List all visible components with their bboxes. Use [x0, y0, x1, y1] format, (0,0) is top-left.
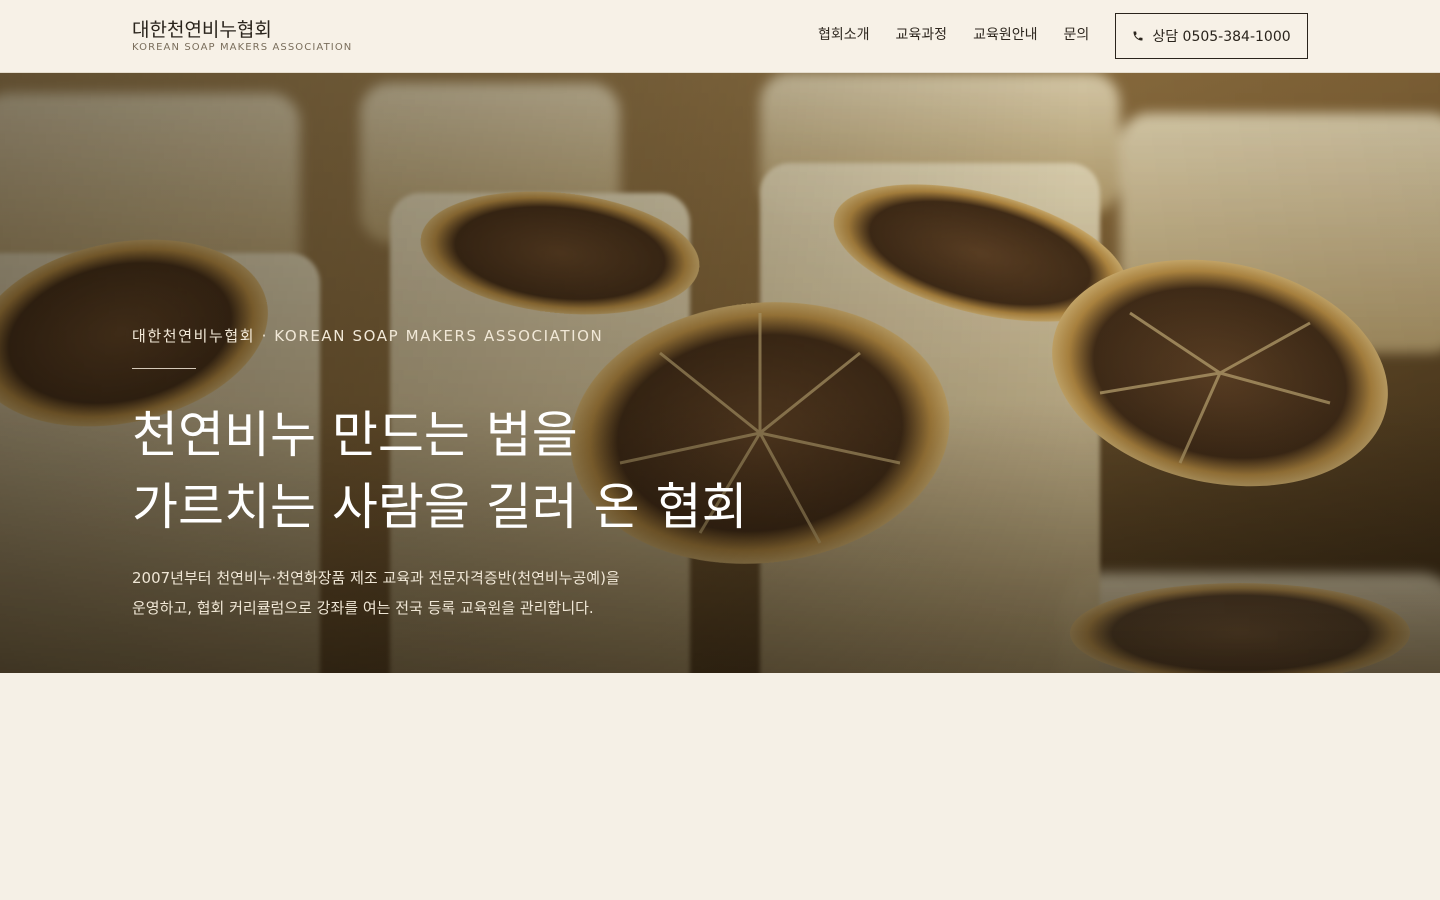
hero-headline: 천연비누 만드는 법을 가르치는 사람을 길러 온 협회: [132, 399, 748, 543]
hero-description: 2007년부터 천연비누·천연화장품 제조 교육과 전문자격증반(천연비누공예)…: [132, 563, 620, 623]
hero-description-line-2: 운영하고, 협회 커리큘럼으로 강좌를 여는 전국 등록 교육원을 관리합니다.: [132, 599, 594, 617]
consultation-call-label: 상담 0505-384-1000: [1152, 29, 1291, 45]
content-area: [0, 673, 1440, 900]
nav-item-academies[interactable]: 교육원안내: [973, 24, 1037, 46]
brand-name-korean: 대한천연비누협회: [132, 19, 272, 41]
hero-divider: [132, 368, 196, 369]
hero-section: 대한천연비누협회 · KOREAN SOAP MAKERS ASSOCIATIO…: [0, 73, 1440, 673]
nav-item-about[interactable]: 협회소개: [818, 24, 870, 46]
phone-icon: [1133, 31, 1143, 41]
nav-item-contact[interactable]: 문의: [1063, 24, 1089, 46]
brand-logo[interactable]: 대한천연비누협회 KOREAN SOAP MAKERS ASSOCIATION: [132, 18, 352, 54]
nav-item-courses[interactable]: 교육과정: [896, 24, 948, 46]
hero-eyebrow: 대한천연비누협회 · KOREAN SOAP MAKERS ASSOCIATIO…: [132, 327, 604, 345]
main-nav: 협회소개 교육과정 교육원안내 문의: [818, 24, 1115, 46]
site-header: 대한천연비누협회 KOREAN SOAP MAKERS ASSOCIATION …: [0, 0, 1440, 73]
brand-name-english: KOREAN SOAP MAKERS ASSOCIATION: [132, 42, 353, 53]
hero-headline-line-2: 가르치는 사람을 길러 온 협회: [132, 478, 748, 536]
hero-headline-line-1: 천연비누 만드는 법을: [132, 406, 578, 464]
consultation-call-button[interactable]: 상담 0505-384-1000: [1115, 13, 1308, 59]
hero-description-line-1: 2007년부터 천연비누·천연화장품 제조 교육과 전문자격증반(천연비누공예)…: [132, 569, 620, 587]
